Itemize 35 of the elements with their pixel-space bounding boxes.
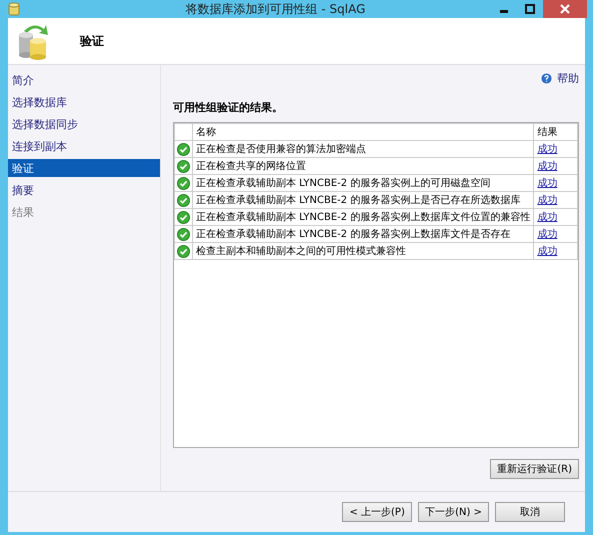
table-cell: 正在检查共享的网络位置	[192, 158, 534, 174]
section-title: 可用性组验证的结果。	[173, 100, 284, 115]
check-icon	[177, 228, 190, 240]
table-cell: 正在检查是否使用兼容的算法加密端点	[192, 140, 534, 158]
table-cell: 正在检查承载辅助副本 LYNCBE-2 的服务器实例上数据库文件位置的兼容性	[192, 208, 534, 226]
sidebar-item[interactable]: 摘要	[8, 181, 160, 199]
table-cell: 正在检查承载辅助副本 LYNCBE-2 的服务器实例上数据库文件是否存在	[192, 226, 534, 242]
page-title: 验证	[80, 32, 104, 50]
wizard-button[interactable]: 取消	[495, 502, 565, 522]
check-icon	[177, 160, 190, 172]
wizard-button[interactable]: 下一步(N) >	[418, 502, 489, 522]
check-icon	[177, 142, 190, 156]
check-icon	[177, 194, 190, 206]
check-icon	[177, 176, 190, 190]
sidebar-item[interactable]: 连接到副本	[8, 137, 160, 155]
table-cell: 正在检查承载辅助副本 LYNCBE-2 的服务器实例上的可用磁盘空间	[192, 174, 534, 192]
help-link[interactable]: 帮助	[541, 71, 579, 86]
sidebar-item[interactable]: 验证	[8, 159, 160, 177]
window-title: 将数据库添加到可用性组 - SqlAG	[184, 0, 366, 18]
table-cell: 正在检查承载辅助副本 LYNCBE-2 的服务器实例上是否已存在所选数据库	[192, 192, 534, 208]
database-icon	[8, 2, 20, 16]
sidebar-item[interactable]: 简介	[8, 71, 160, 89]
sidebar-item[interactable]: 选择数据库	[8, 93, 160, 111]
sidebar-item[interactable]: 选择数据同步	[8, 115, 160, 133]
table-cell: 检查主副本和辅助副本之间的可用性模式兼容性	[192, 242, 534, 260]
rerun-button[interactable]: 重新运行验证(R)	[490, 459, 579, 479]
check-icon	[177, 244, 190, 258]
column-header: 结果	[534, 124, 578, 140]
close-button[interactable]	[543, 0, 587, 18]
close-icon	[560, 4, 570, 14]
check-icon	[177, 210, 190, 224]
wizard-button[interactable]: < 上一步(P)	[342, 502, 412, 522]
help-icon	[541, 73, 552, 84]
column-header: 名称	[192, 124, 534, 140]
maximize-icon	[525, 4, 535, 14]
